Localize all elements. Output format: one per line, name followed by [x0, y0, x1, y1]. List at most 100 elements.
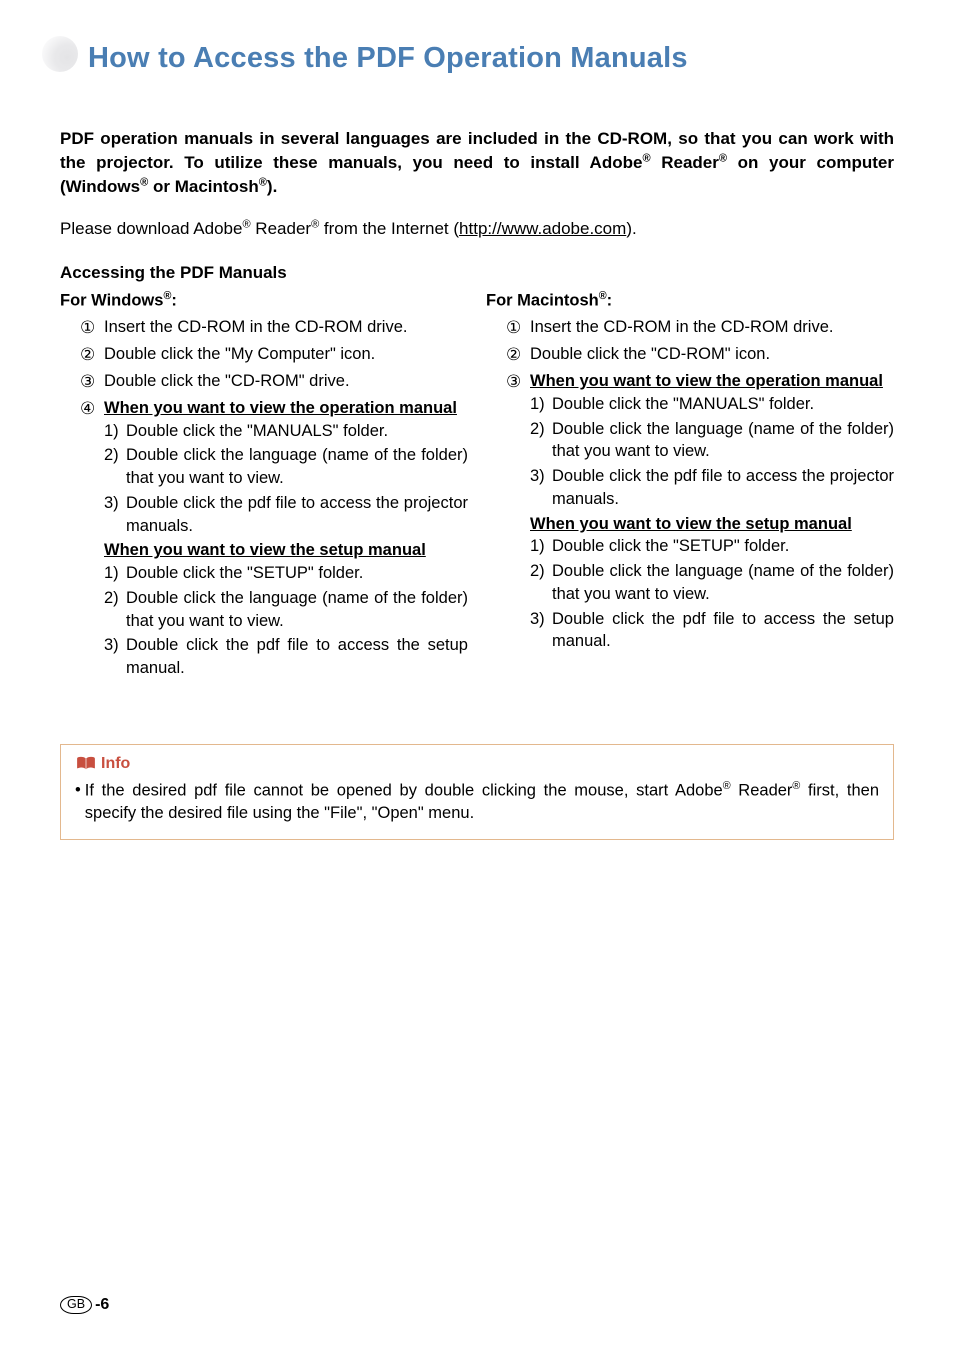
operation-substeps: 1) Double click the "MANUALS" folder. 2) D… — [530, 393, 894, 511]
colon: : — [607, 292, 613, 310]
step-4: ④ When you want to view the operation ma… — [80, 397, 468, 680]
page-number-value: -6 — [95, 1296, 109, 1314]
substep: 1) Double click the "SETUP" folder. — [530, 535, 894, 558]
substep-text: Double click the "MANUALS" folder. — [126, 422, 388, 440]
info-header: Info — [75, 755, 879, 773]
substep-number: 3) — [530, 465, 545, 488]
info-text-part: If the desired pdf file cannot be opened… — [85, 781, 723, 799]
substep-text: Double click the pdf file to access the … — [126, 494, 468, 535]
colon: : — [171, 292, 177, 310]
substep: 2) Double click the language (name of the… — [104, 444, 468, 490]
step-number: ④ — [80, 397, 95, 420]
windows-column: For Windows®: ①Insert the CD-ROM in the … — [60, 289, 468, 684]
reg-mark: ® — [311, 219, 319, 231]
setup-manual-heading: When you want to view the setup manual — [104, 541, 426, 559]
substep: 1) Double click the "SETUP" folder. — [104, 562, 468, 585]
adobe-link[interactable]: http://www.adobe.com — [459, 219, 626, 238]
step-2: ② Double click the "CD-ROM" icon. — [506, 343, 894, 366]
instruction-columns: For Windows®: ①Insert the CD-ROM in the … — [60, 289, 894, 684]
step-number: ② — [80, 343, 95, 366]
windows-steps: ①Insert the CD-ROM in the CD-ROM drive. … — [60, 316, 468, 679]
substep-number: 3) — [104, 492, 119, 515]
step-text: Double click the "CD-ROM" icon. — [530, 345, 770, 363]
setup-substeps: 1) Double click the "SETUP" folder. 2)Dou… — [104, 562, 468, 680]
substep-text: Double click the language (name of the f… — [552, 420, 894, 461]
reg-mark: ® — [599, 290, 607, 302]
substep-number: 1) — [104, 562, 119, 585]
setup-manual-heading: When you want to view the setup manual — [530, 515, 852, 533]
substep-text: Double click the language (name of the f… — [126, 446, 468, 487]
substep: 2) Double click the language (name of the… — [530, 560, 894, 606]
reg-mark: ® — [259, 177, 267, 189]
substep-text: Double click the pdf file to access the … — [126, 636, 468, 677]
substep-text: Double click the pdf file to access the … — [552, 467, 894, 508]
substep-text: Double click the "MANUALS" folder. — [552, 395, 814, 413]
substep-text: Double click the "SETUP" folder. — [126, 564, 363, 582]
intro-text: Reader — [651, 153, 719, 172]
reg-mark: ® — [723, 780, 731, 792]
info-body: • If the desired pdf file cannot be open… — [75, 779, 879, 825]
step-2: ② Double click the "My Computer" icon. — [80, 343, 468, 366]
substep: 3) Double click the pdf file to access th… — [530, 608, 894, 654]
substep-number: 2) — [530, 418, 545, 441]
page-title: How to Access the PDF Operation Manuals — [88, 42, 894, 75]
intro-text: or Macintosh — [148, 177, 259, 196]
substep-number: 2) — [530, 560, 545, 583]
reg-mark: ® — [642, 152, 650, 164]
info-box: Info • If the desired pdf file cannot be… — [60, 744, 894, 840]
mac-steps: ①Insert the CD-ROM in the CD-ROM drive. … — [486, 316, 894, 653]
platform-label: For Macintosh — [486, 292, 599, 310]
step-3: ③ When you want to view the operation ma… — [506, 370, 894, 653]
operation-manual-heading: When you want to view the operation manu… — [530, 372, 883, 390]
platform-macintosh: For Macintosh®: — [486, 289, 894, 312]
substep-number: 2) — [104, 444, 119, 467]
bullet: • — [75, 779, 85, 802]
info-text: If the desired pdf file cannot be opened… — [85, 779, 879, 825]
region-badge: GB — [60, 1296, 92, 1314]
substep-number: 1) — [104, 420, 119, 443]
setup-substeps: 1) Double click the "SETUP" folder. 2) Dou… — [530, 535, 894, 653]
step-number: ③ — [506, 370, 521, 393]
operation-substeps: 1) Double click the "MANUALS" folder. 2) D… — [104, 420, 468, 538]
substep-text: Double click the pdf file to access the … — [552, 610, 894, 651]
substep-number: 1) — [530, 535, 545, 558]
substep-text: Double click the language (name of the f… — [126, 589, 468, 630]
substep-number: 3) — [530, 608, 545, 631]
step-number: ① — [506, 316, 521, 339]
intro-text: ). — [267, 177, 277, 196]
step-3: ③ Double click the "CD-ROM" drive. — [80, 370, 468, 393]
step-number: ② — [506, 343, 521, 366]
step-text: Double click the "CD-ROM" drive. — [104, 372, 350, 390]
step-number: ③ — [80, 370, 95, 393]
step-text: Double click the "My Computer" icon. — [104, 345, 375, 363]
substep-text: Double click the language (name of the f… — [552, 562, 894, 603]
intro-text: from the Internet ( — [319, 219, 459, 238]
info-text-part: Reader — [731, 781, 793, 799]
intro-text: ). — [626, 219, 636, 238]
header-bullet-decoration — [42, 36, 78, 72]
substep: 3) Double click the pdf file to access th… — [104, 492, 468, 538]
reg-mark: ® — [242, 219, 250, 231]
macintosh-column: For Macintosh®: ① Insert the CD-ROM in th… — [486, 289, 894, 684]
substep-text: Double click the "SETUP" folder. — [552, 537, 789, 555]
book-icon — [75, 756, 97, 772]
page-number: GB -6 — [60, 1296, 109, 1314]
intro-text: Reader — [251, 219, 311, 238]
info-label: Info — [101, 755, 130, 773]
step-text: Insert the CD-ROM in the CD-ROM drive. — [530, 318, 833, 336]
step-number: ① — [80, 316, 95, 339]
substep: 2) Double click the language (name of the… — [530, 418, 894, 464]
step-1: ①Insert the CD-ROM in the CD-ROM drive. — [80, 316, 468, 339]
substep: 3) Double click the pdf file to access th… — [104, 634, 468, 680]
intro-bold: PDF operation manuals in several languag… — [60, 127, 894, 199]
step-1: ① Insert the CD-ROM in the CD-ROM drive. — [506, 316, 894, 339]
substep-number: 3) — [104, 634, 119, 657]
substep: 2)Double click the language (name of the… — [104, 587, 468, 633]
operation-manual-heading: When you want to view the operation manu… — [104, 399, 457, 417]
platform-label: For Windows — [60, 292, 163, 310]
platform-windows: For Windows®: — [60, 289, 468, 312]
reg-mark: ® — [719, 152, 727, 164]
substep-number: 1) — [530, 393, 545, 416]
substep: 1) Double click the "MANUALS" folder. — [530, 393, 894, 416]
substep: 1) Double click the "MANUALS" folder. — [104, 420, 468, 443]
